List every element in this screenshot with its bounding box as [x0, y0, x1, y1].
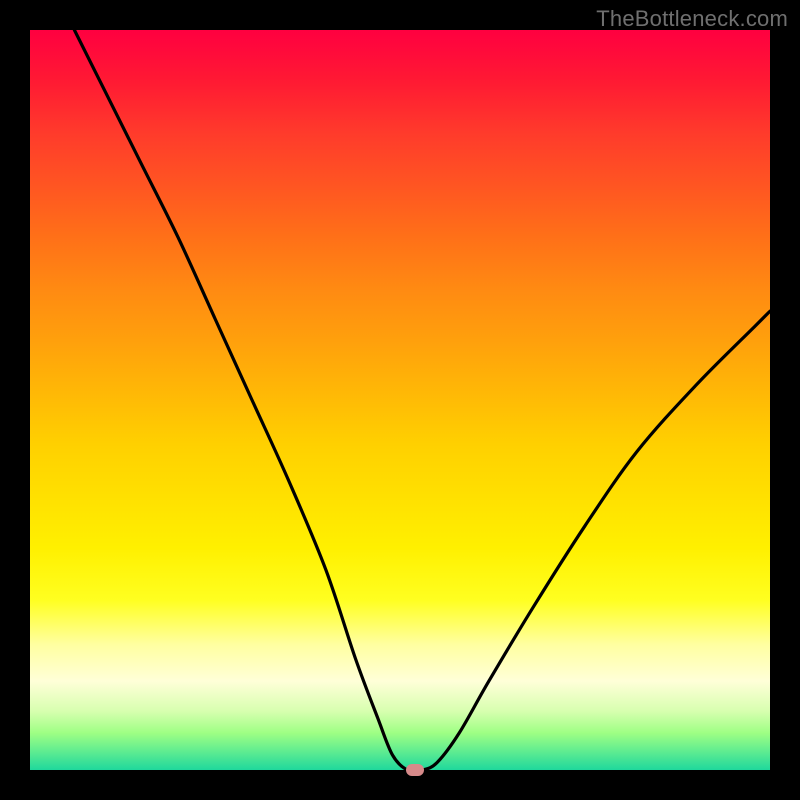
minimum-marker — [406, 764, 424, 776]
chart-frame: TheBottleneck.com — [0, 0, 800, 800]
plot-area — [30, 30, 770, 770]
watermark-text: TheBottleneck.com — [596, 6, 788, 32]
bottleneck-curve — [30, 30, 770, 770]
